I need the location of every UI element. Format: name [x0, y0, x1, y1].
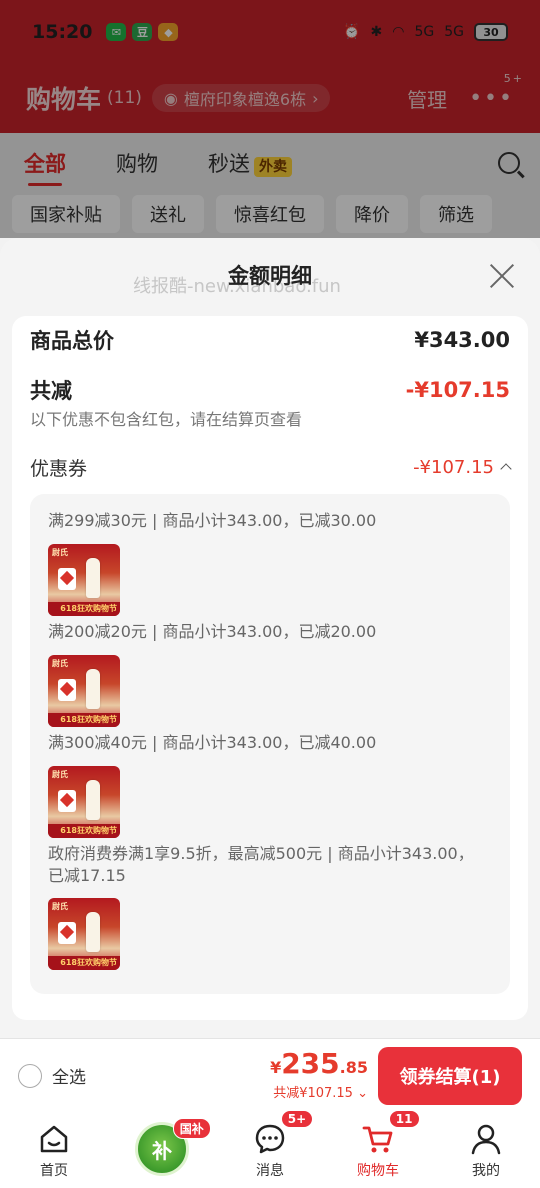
thumb-caption-2: 618狂欢购物节 [48, 713, 120, 727]
coupon-detail-4: 政府消费券满1享9.5折，最高减500元 | 商品小计343.00，已减17.1… [48, 844, 474, 885]
price-currency: ¥ [270, 1058, 282, 1077]
discount-row: 共减 -¥107.15 [30, 372, 510, 408]
close-icon[interactable] [488, 262, 516, 290]
bottle-icon [86, 669, 100, 709]
discount-label: 共减 [30, 379, 72, 403]
product-thumbnail-4[interactable]: 尉氏 618狂欢购物节 [48, 898, 120, 970]
profile-icon [471, 1124, 501, 1155]
coupon-value: -¥107.15 [413, 456, 512, 478]
coupon-amount: -¥107.15 [413, 456, 494, 478]
tab-profile[interactable]: 我的 [432, 1114, 540, 1188]
thumb-brand-1: 尉氏 [52, 548, 68, 557]
tab-messages-label: 消息 [256, 1163, 284, 1179]
total-price-label: 商品总价 [30, 329, 114, 353]
messages-badge: 5+ [280, 1110, 314, 1128]
subsidy-icon-text: 补 [152, 1138, 172, 1163]
bottle-icon [86, 558, 100, 598]
coupon-label: 优惠券 [30, 457, 88, 480]
total-discount-link[interactable]: 共减¥107.15 ⌄ [270, 1082, 368, 1101]
coupon-row[interactable]: 优惠券 -¥107.15 [30, 450, 512, 484]
cart-icon [362, 1126, 393, 1153]
product-thumbnail-3[interactable]: 尉氏 618狂欢购物节 [48, 766, 120, 838]
discount-note: 以下优惠不包含红包，请在结算页查看 [30, 410, 303, 429]
sheet-title: 金额明细 [228, 264, 312, 288]
thumb-caption-1: 618狂欢购物节 [48, 602, 120, 616]
price-integer: 235 [281, 1047, 340, 1080]
modal-overlay[interactable] [0, 0, 540, 238]
bottle-icon [86, 780, 100, 820]
total-summary: ¥235.85 共减¥107.15 ⌄ [270, 1047, 368, 1101]
tab-home[interactable]: 首页 [0, 1114, 108, 1188]
home-icon [40, 1125, 68, 1153]
product-thumbnail-1[interactable]: 尉氏 618狂欢购物节 [48, 544, 120, 616]
select-all-toggle[interactable]: 全选 [18, 1063, 86, 1088]
radio-icon[interactable] [18, 1063, 42, 1088]
select-all-label: 全选 [52, 1068, 86, 1088]
total-price: ¥235.85 [270, 1047, 368, 1080]
bottle-icon [86, 912, 100, 952]
total-discount-text: 共减¥107.15 [273, 1086, 353, 1101]
subsidy-badge: 国补 [172, 1118, 211, 1139]
cart-badge: 11 [388, 1110, 420, 1128]
thumb-brand-4: 尉氏 [52, 902, 68, 911]
message-icon [255, 1124, 285, 1154]
product-thumbnail-2[interactable]: 尉氏 618狂欢购物节 [48, 655, 120, 727]
checkout-bar: 全选 ¥235.85 共减¥107.15 ⌄ 领券结算(1) [0, 1038, 540, 1114]
bottom-tab-bar: 首页 补 国补 5+ 消息 11 购物车 我的 [0, 1110, 540, 1188]
chevron-down-icon: ⌄ [357, 1086, 368, 1101]
thumb-badge-icon [58, 790, 76, 812]
coupon-detail-3: 满300减40元 | 商品小计343.00，已减40.00 [48, 733, 377, 752]
coupon-detail-2: 满200减20元 | 商品小计343.00，已减20.00 [48, 622, 377, 641]
chevron-up-icon[interactable] [500, 463, 512, 475]
tab-messages[interactable]: 5+ 消息 [216, 1110, 324, 1188]
price-decimal: .85 [339, 1058, 368, 1077]
total-price-value: ¥343.00 [414, 328, 510, 352]
coupon-detail-1: 满299减30元 | 商品小计343.00，已减30.00 [48, 511, 377, 530]
coupon-list: 满299减30元 | 商品小计343.00，已减30.00 尉氏 618狂欢购物… [30, 494, 510, 994]
thumb-brand-2: 尉氏 [52, 659, 68, 668]
amount-card: 商品总价 ¥343.00 共减 -¥107.15 以下优惠不包含红包，请在结算页… [12, 316, 528, 1020]
discount-value: -¥107.15 [405, 378, 510, 402]
thumb-badge-icon [58, 679, 76, 701]
tab-subsidy[interactable]: 补 国补 [108, 1114, 216, 1188]
thumb-brand-3: 尉氏 [52, 770, 68, 779]
thumb-badge-icon [58, 922, 76, 944]
tab-cart-label: 购物车 [357, 1163, 399, 1179]
tab-cart[interactable]: 11 购物车 [324, 1110, 432, 1188]
thumb-caption-3: 618狂欢购物节 [48, 824, 120, 838]
thumb-badge-icon [58, 568, 76, 590]
tab-profile-label: 我的 [472, 1163, 500, 1179]
amount-detail-sheet: 线报酷-new.xianbao.fun 金额明细 商品总价 ¥343.00 共减… [0, 238, 540, 1038]
total-price-row: 商品总价 ¥343.00 [30, 322, 510, 358]
thumb-caption-4: 618狂欢购物节 [48, 956, 120, 970]
checkout-button[interactable]: 领券结算(1) [378, 1047, 522, 1105]
tab-home-label: 首页 [40, 1163, 68, 1179]
